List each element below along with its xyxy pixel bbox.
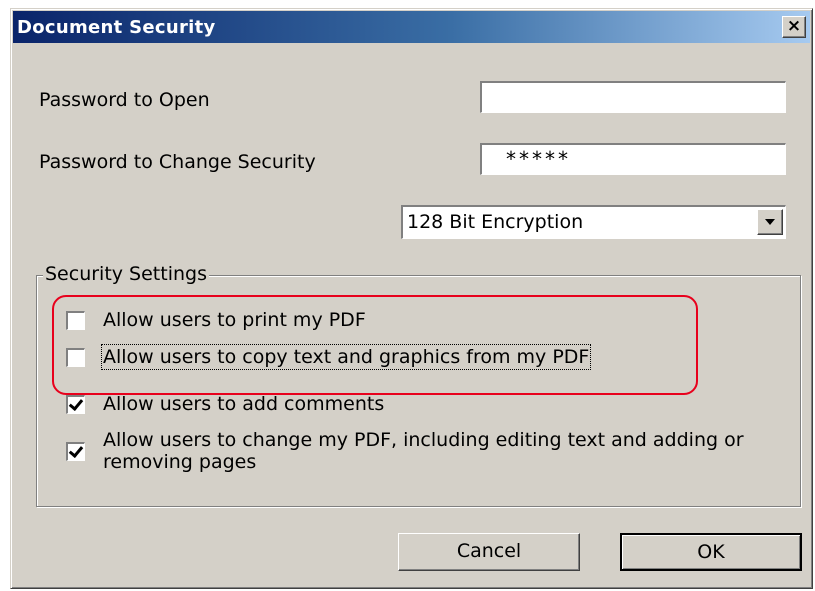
- print-option-label[interactable]: Allow users to print my PDF: [103, 309, 366, 331]
- print-checkbox[interactable]: [66, 311, 85, 330]
- copy-checkbox[interactable]: [66, 348, 85, 367]
- chevron-down-icon[interactable]: [757, 209, 783, 235]
- copy-option-label[interactable]: Allow users to copy text and graphics fr…: [100, 344, 592, 370]
- cancel-button[interactable]: Cancel: [398, 533, 580, 571]
- comments-option-label[interactable]: Allow users to add comments: [103, 393, 384, 415]
- title-bar[interactable]: Document Security ×: [13, 11, 810, 43]
- change-checkbox[interactable]: [66, 442, 85, 461]
- comments-checkbox[interactable]: [66, 395, 85, 414]
- ok-button[interactable]: OK: [620, 533, 802, 571]
- password-to-change-field[interactable]: *****: [480, 143, 786, 175]
- close-button[interactable]: ×: [782, 16, 806, 38]
- encryption-select-value: 128 Bit Encryption: [407, 211, 584, 233]
- dialog-title: Document Security: [17, 17, 216, 38]
- document-security-dialog: Document Security × Password to Open Pas…: [10, 8, 813, 589]
- close-icon: ×: [786, 16, 802, 36]
- change-option-label[interactable]: Allow users to change my PDF, including …: [103, 429, 783, 473]
- encryption-select[interactable]: 128 Bit Encryption: [401, 205, 786, 239]
- password-to-change-label: Password to Change Security: [39, 151, 316, 173]
- password-to-open-field[interactable]: [480, 81, 786, 113]
- password-to-open-label: Password to Open: [39, 89, 210, 111]
- security-settings-label: Security Settings: [43, 263, 209, 285]
- password-to-change-value: *****: [506, 147, 571, 171]
